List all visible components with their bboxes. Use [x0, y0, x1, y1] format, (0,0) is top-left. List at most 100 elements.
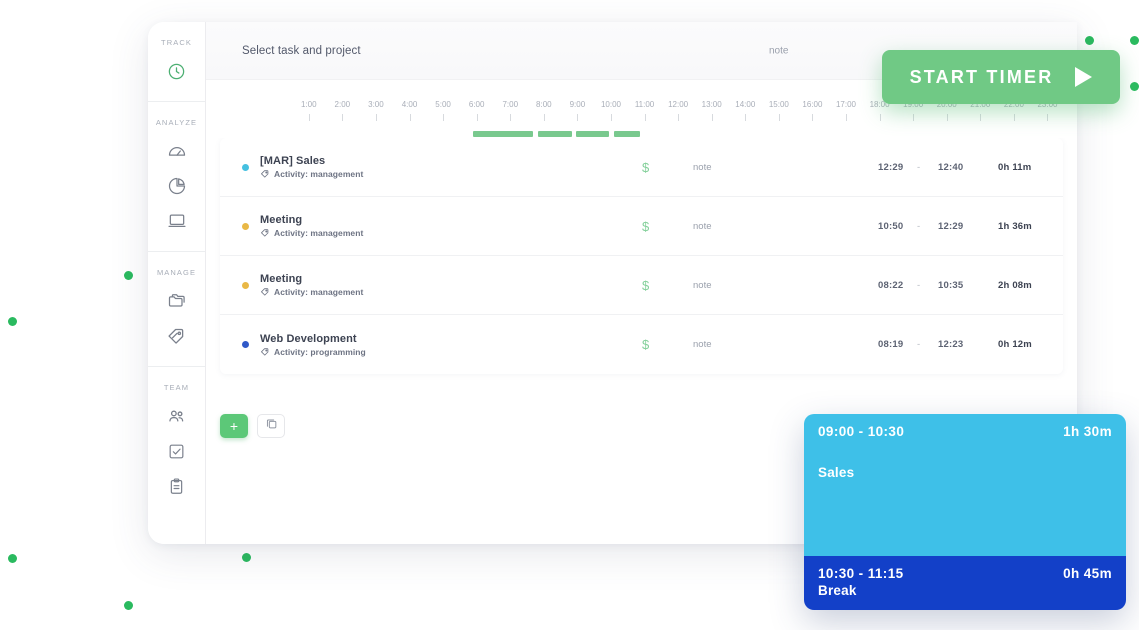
entry-activity: Activity: management: [260, 169, 560, 179]
ruler-tick-mark: [812, 114, 814, 121]
ruler-tick-label: 16:00: [802, 100, 823, 109]
add-entry-button[interactable]: +: [220, 414, 248, 438]
ruler-tick-label: 11:00: [634, 100, 655, 109]
table-row[interactable]: Web Development Activity: programming $ not…: [220, 315, 1063, 374]
billable-toggle[interactable]: $: [642, 278, 649, 293]
entry-end-time[interactable]: 12:40: [938, 162, 963, 173]
ruler-tick-mark: [644, 114, 646, 121]
entry-color-dot: [242, 163, 249, 171]
sidebar-item-activity[interactable]: [162, 206, 192, 236]
calendar-event-break[interactable]: 10:30 - 11:15 0h 45m Break: [804, 556, 1126, 610]
entry-start-time[interactable]: 10:50: [878, 221, 903, 232]
entry-time-dash: -: [917, 220, 921, 232]
timeline-segment[interactable]: [576, 131, 610, 137]
entry-activity-label: Activity: programming: [274, 346, 366, 357]
ruler-tick-mark: [778, 114, 780, 121]
entry-color-dot: [242, 341, 249, 348]
entry-title: Meeting: [260, 214, 303, 226]
timeline-segment[interactable]: [537, 131, 572, 137]
calendar-event-sales[interactable]: 09:00 - 10:30 1h 30m Sales: [804, 414, 1126, 556]
ruler-tick-mark: [510, 114, 512, 121]
entry-end-time[interactable]: 10:35: [938, 280, 963, 291]
entry-duration[interactable]: 0h 11m: [998, 162, 1031, 173]
sidebar-item-reports[interactable]: [162, 171, 192, 201]
timeline-segment[interactable]: [472, 131, 533, 137]
entry-note-input[interactable]: note: [693, 221, 712, 232]
ruler-tick-label: 2:00: [334, 100, 351, 109]
sidebar-item-members[interactable]: [162, 401, 192, 431]
billable-toggle[interactable]: $: [642, 337, 649, 352]
duplicate-entry-button[interactable]: [257, 414, 285, 438]
billable-toggle[interactable]: $: [642, 219, 649, 234]
entry-note-input[interactable]: note: [693, 339, 712, 350]
table-row[interactable]: Meeting Activity: management $ note 08:22 - 10…: [220, 256, 1063, 315]
entry-duration[interactable]: 2h 08m: [998, 280, 1032, 291]
ruler-tick-label: 8:00: [536, 100, 552, 109]
sidebar-item-approvals[interactable]: [162, 436, 192, 466]
tags-icon: [166, 326, 187, 347]
start-timer-button[interactable]: START TIMER: [882, 50, 1120, 104]
ruler-tick-label: 7:00: [502, 100, 519, 109]
sidebar-group-manage: MANAGE: [148, 252, 205, 367]
ruler-tick-label: 13:00: [701, 100, 722, 109]
start-timer-label: START TIMER: [909, 66, 1054, 87]
select-task-input[interactable]: Select task and project: [242, 45, 361, 57]
entry-time-dash: -: [917, 161, 921, 173]
ruler-tick-mark: [443, 114, 445, 121]
sidebar-item-tags[interactable]: [162, 321, 192, 351]
decorative-dot: [1130, 36, 1139, 45]
decorative-dot: [8, 317, 17, 326]
checkbox-icon: [167, 442, 186, 461]
entry-activity: Activity: management: [260, 287, 560, 297]
ruler-tick-label: 4:00: [401, 100, 418, 109]
tag-icon: [260, 347, 270, 357]
entry-activity-label: Activity: management: [274, 169, 364, 179]
entry-start-time[interactable]: 08:19: [878, 339, 903, 350]
ruler-tick-label: 10:00: [600, 100, 621, 109]
calendar-event-name: Sales: [818, 465, 855, 480]
toolbar-note-input[interactable]: note: [769, 45, 788, 56]
people-icon: [166, 406, 187, 427]
ruler-tick-mark: [946, 114, 948, 121]
table-row[interactable]: Meeting Activity: management $ note 10:50 - 12…: [220, 197, 1063, 256]
timeline-segment[interactable]: [613, 131, 640, 137]
ruler-tick-label: 1:00: [300, 100, 317, 109]
sidebar-group-label-team: TEAM: [163, 383, 190, 392]
plus-icon: +: [229, 418, 239, 434]
entry-duration[interactable]: 1h 36m: [998, 221, 1032, 232]
entry-end-time[interactable]: 12:29: [938, 221, 963, 232]
ruler-tick-mark: [476, 114, 478, 121]
ruler-tick-label: 17:00: [835, 100, 857, 109]
entry-text-group: Meeting Activity: management: [260, 273, 560, 297]
entry-color-dot: [242, 222, 249, 230]
entry-activity-label: Activity: management: [274, 228, 364, 238]
sidebar-group-label-manage: MANAGE: [156, 268, 197, 277]
entry-activity: Activity: programming: [260, 347, 560, 357]
entry-note-input[interactable]: note: [693, 162, 712, 173]
entry-start-time[interactable]: 12:29: [878, 162, 903, 173]
sidebar-item-track-timer[interactable]: [162, 56, 192, 86]
ruler-tick-mark: [610, 114, 612, 121]
decorative-dot: [1085, 36, 1094, 45]
entry-duration[interactable]: 0h 12m: [998, 339, 1032, 350]
sidebar-item-dashboard[interactable]: [162, 136, 192, 166]
decorative-dot: [8, 554, 17, 563]
entry-start-time[interactable]: 08:22: [878, 280, 903, 291]
sidebar-item-timesheets[interactable]: [162, 471, 192, 501]
pie-chart-icon: [167, 176, 187, 196]
ruler-tick-mark: [980, 114, 982, 121]
ruler-tick-mark: [678, 114, 680, 121]
billable-toggle[interactable]: $: [642, 160, 649, 175]
entry-note-input[interactable]: note: [693, 280, 712, 291]
sidebar-item-projects[interactable]: [162, 286, 192, 316]
tag-icon: [260, 169, 270, 179]
table-row[interactable]: [MAR] Sales Activity: management $ note 12:2…: [220, 138, 1063, 197]
play-icon: [1075, 67, 1093, 87]
ruler-tick-label: 6:00: [468, 100, 485, 109]
calendar-event-name: Break: [818, 583, 857, 598]
calendar-preview-card[interactable]: 09:00 - 10:30 1h 30m Sales 10:30 - 11:15…: [804, 414, 1126, 610]
ruler-tick-mark: [711, 114, 713, 121]
screenshot-root: TRACK ANALYZE MANAGE TEAM Select task an…: [0, 0, 1139, 630]
entry-text-group: [MAR] Sales Activity: management: [260, 155, 560, 179]
entry-end-time[interactable]: 12:23: [938, 339, 963, 350]
